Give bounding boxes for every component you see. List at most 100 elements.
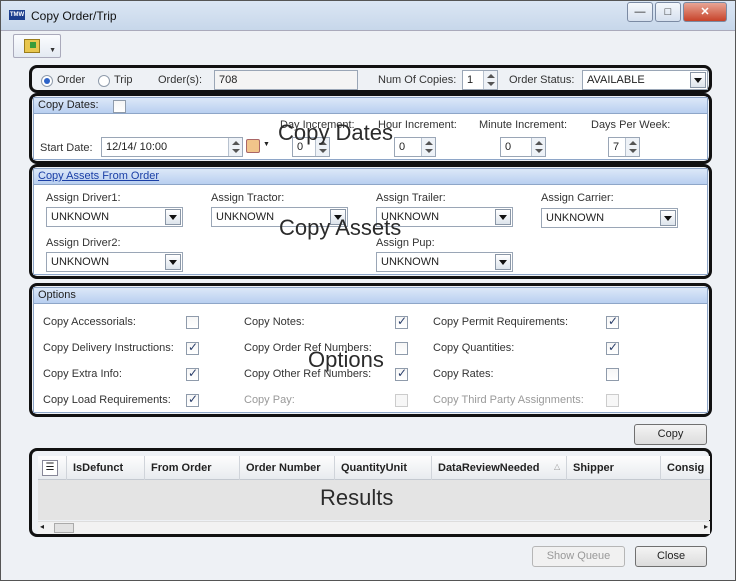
hour-increment-stepper[interactable]: 0 <box>394 137 436 157</box>
copy-third-party-assignments-checkbox <box>606 394 619 407</box>
orders-field[interactable]: 708 <box>214 70 358 90</box>
driver2-label: Assign Driver2: <box>46 237 121 249</box>
close-icon[interactable]: ✕ <box>683 2 727 22</box>
copy-notes-checkbox[interactable] <box>395 314 408 329</box>
copy-pay-checkbox <box>395 394 408 407</box>
order-status-label: Order Status: <box>509 74 575 86</box>
copy-assets-link[interactable]: Copy Assets From Order <box>38 170 159 182</box>
copy-assets-overlay: Copy Assets <box>279 215 402 240</box>
copy-assets-box: Copy Assets From Order Assign Driver1: A… <box>29 164 712 279</box>
scroll-right-icon[interactable]: ▸ <box>704 522 708 531</box>
dropdown-icon[interactable] <box>660 210 676 226</box>
folder-icon <box>24 39 40 53</box>
start-date-label: Start Date: <box>40 142 93 154</box>
column-header[interactable]: Shipper <box>566 456 660 480</box>
copy-dates-header: Copy Dates: <box>34 98 707 114</box>
order-status-value: AVAILABLE <box>587 74 645 86</box>
toolbar-action-button[interactable]: ▼ <box>13 34 61 58</box>
scroll-thumb[interactable] <box>54 523 74 533</box>
tractor-label: Assign Tractor: <box>211 192 285 204</box>
copy-extra-info-checkbox[interactable] <box>186 366 199 381</box>
option-label: Copy Delivery Instructions: <box>43 342 174 354</box>
days-per-week-label: Days Per Week: <box>591 119 671 131</box>
minimize-icon[interactable]: — <box>627 2 653 22</box>
order-radio-label: Order <box>57 74 86 86</box>
minute-increment-label: Minute Increment: <box>479 119 568 131</box>
option-label: Copy Rates: <box>433 368 494 380</box>
copy-accessorials-checkbox[interactable] <box>186 316 199 329</box>
copy-order-ref-numbers-checkbox[interactable] <box>395 342 408 355</box>
copy-dates-checkbox[interactable] <box>113 100 126 113</box>
copy-button[interactable]: Copy <box>634 424 707 445</box>
order-radio[interactable] <box>41 75 53 87</box>
order-status-select[interactable]: AVAILABLE <box>582 70 708 90</box>
dropdown-icon[interactable] <box>165 254 181 270</box>
option-label: Copy Extra Info: <box>43 368 122 380</box>
spin-icon[interactable] <box>228 138 242 156</box>
trip-radio[interactable] <box>98 75 110 87</box>
close-button[interactable]: Close <box>635 546 707 567</box>
orders-label: Order(s): <box>158 74 202 86</box>
title-bar: TMW Copy Order/Trip — □ ✕ <box>1 1 735 31</box>
column-header[interactable]: Order Number <box>239 456 334 480</box>
copy-quantities-checkbox[interactable] <box>606 340 619 355</box>
spin-icon[interactable] <box>421 138 435 156</box>
horizontal-scrollbar[interactable]: ◂ ▸ <box>38 521 710 534</box>
maximize-icon[interactable]: □ <box>655 2 681 22</box>
spin-icon[interactable] <box>625 138 639 156</box>
copy-other-ref-numbers-checkbox[interactable] <box>395 366 408 381</box>
dropdown-icon[interactable] <box>495 209 511 225</box>
toolbar: ▼ <box>9 31 727 61</box>
column-header[interactable]: Consig <box>660 456 710 480</box>
driver1-label: Assign Driver1: <box>46 192 121 204</box>
options-title: Options <box>38 289 76 301</box>
chevron-down-icon: ▼ <box>49 47 56 54</box>
carrier-select[interactable]: UNKNOWN <box>541 208 678 228</box>
options-header: Options <box>34 288 707 304</box>
copy-dates-overlay: Copy Dates <box>278 120 393 145</box>
minute-increment-stepper[interactable]: 0 <box>500 137 546 157</box>
spin-icon[interactable] <box>531 138 545 156</box>
trailer-label: Assign Trailer: <box>376 192 446 204</box>
spin-icon[interactable] <box>483 71 497 89</box>
results-box: ☰ IsDefunct From Order Order Number Quan… <box>29 448 712 537</box>
option-label: Copy Accessorials: <box>43 316 136 328</box>
options-overlay: Options <box>308 347 384 372</box>
start-date-value: 12/14/ 10:00 <box>106 141 168 153</box>
column-header[interactable]: IsDefunct <box>66 456 144 480</box>
show-queue-button[interactable]: Show Queue <box>532 546 625 567</box>
pup-value: UNKNOWN <box>381 256 440 268</box>
copy-dates-box: Copy Dates: Day Increment: Hour Incremen… <box>29 93 712 164</box>
scroll-left-icon[interactable]: ◂ <box>40 522 44 531</box>
options-box: Options Copy Accessorials: Copy Delivery… <box>29 283 712 417</box>
dropdown-icon[interactable] <box>690 72 706 88</box>
hour-increment-value: 0 <box>399 141 406 153</box>
copy-delivery-instructions-checkbox[interactable] <box>186 340 199 355</box>
copy-load-requirements-checkbox[interactable] <box>186 392 199 407</box>
driver2-select[interactable]: UNKNOWN <box>46 252 183 272</box>
calendar-icon[interactable] <box>246 139 260 153</box>
header-box: Order Trip Order(s): 708 Num Of Copies: … <box>29 65 712 93</box>
copy-dates-title: Copy Dates: <box>38 99 99 111</box>
start-date-field[interactable]: 12/14/ 10:00 <box>101 137 243 157</box>
column-header[interactable]: QuantityUnit <box>334 456 431 480</box>
dropdown-icon[interactable] <box>165 209 181 225</box>
days-per-week-value: 7 <box>613 141 620 153</box>
copies-stepper[interactable]: 1 <box>462 70 498 90</box>
driver1-select[interactable]: UNKNOWN <box>46 207 183 227</box>
copy-rates-checkbox[interactable] <box>606 368 619 381</box>
copy-permit-requirements-checkbox[interactable] <box>606 314 619 329</box>
copy-assets-header: Copy Assets From Order <box>34 169 707 185</box>
option-label: Copy Notes: <box>244 316 305 328</box>
driver1-value: UNKNOWN <box>51 211 110 223</box>
column-header[interactable]: DataReviewNeeded <box>431 456 566 480</box>
column-chooser-icon[interactable]: ☰ <box>42 460 58 476</box>
days-per-week-stepper[interactable]: 7 <box>608 137 640 157</box>
chevron-down-icon[interactable]: ▼ <box>263 141 270 148</box>
option-label: Copy Quantities: <box>433 342 515 354</box>
column-header[interactable]: From Order <box>144 456 239 480</box>
app-icon: TMW <box>9 10 25 20</box>
dropdown-icon[interactable] <box>495 254 511 270</box>
pup-select[interactable]: UNKNOWN <box>376 252 513 272</box>
window-title: Copy Order/Trip <box>31 9 117 23</box>
